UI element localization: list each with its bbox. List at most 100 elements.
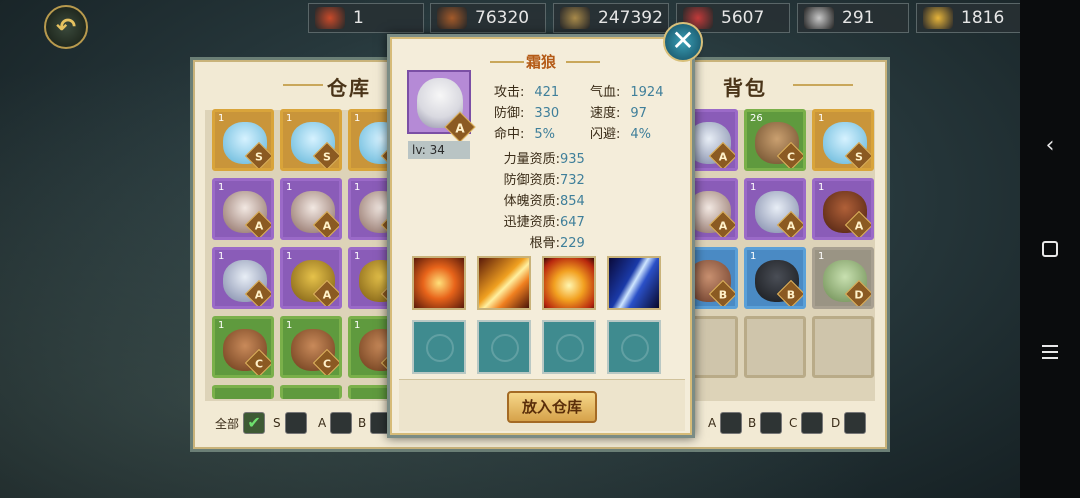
item-count: 26 bbox=[750, 113, 763, 124]
stat-row: 速度: 97 bbox=[590, 102, 647, 121]
warehouse-slot[interactable]: 1C bbox=[212, 316, 274, 378]
backpack-empty-slot[interactable] bbox=[744, 316, 806, 378]
item-count: 1 bbox=[218, 251, 225, 262]
stat-label: 命中: bbox=[494, 127, 525, 142]
filter-grade-b[interactable]: B bbox=[748, 412, 783, 434]
backpack-slot[interactable]: 1A bbox=[812, 178, 874, 240]
home-square-icon bbox=[1042, 241, 1058, 257]
filter-grade-s[interactable]: S bbox=[273, 412, 307, 434]
filter-checkbox[interactable] bbox=[720, 412, 743, 434]
resource-item: 291 bbox=[797, 3, 909, 33]
stat-row: 防御: 330 bbox=[494, 102, 559, 121]
filter-checkbox[interactable] bbox=[760, 412, 783, 434]
filter-all-label: 全部 bbox=[215, 416, 240, 431]
warehouse-slot[interactable] bbox=[212, 385, 274, 399]
empty-skill-slot[interactable] bbox=[607, 320, 661, 374]
back-button[interactable]: ↶ bbox=[44, 5, 88, 49]
item-count: 1 bbox=[286, 251, 293, 262]
pet-name: 霜狼 bbox=[525, 53, 556, 71]
item-count: 1 bbox=[818, 251, 825, 262]
stat-row: 气血: 1924 bbox=[590, 81, 663, 100]
item-count: 1 bbox=[818, 113, 825, 124]
item-count: 1 bbox=[354, 251, 361, 262]
item-count: 1 bbox=[286, 113, 293, 124]
silver-ingot-icon bbox=[804, 7, 834, 29]
filter-grade-d[interactable]: D bbox=[831, 412, 867, 434]
item-count: 1 bbox=[286, 320, 293, 331]
filter-all-checkbox[interactable]: ✔ bbox=[243, 412, 266, 434]
filter-grade-a[interactable]: A bbox=[708, 412, 743, 434]
filter-all[interactable]: 全部 ✔ bbox=[215, 412, 266, 434]
fire-ring-icon[interactable] bbox=[412, 256, 466, 310]
aptitude-label: 迅捷资质: bbox=[503, 215, 560, 230]
item-count: 1 bbox=[818, 182, 825, 193]
fire-slash-icon[interactable] bbox=[477, 256, 531, 310]
warehouse-slot[interactable]: 1S bbox=[212, 109, 274, 171]
ice-claw-icon[interactable] bbox=[607, 256, 661, 310]
nav-back-button[interactable]: ‹ bbox=[1020, 125, 1080, 165]
backpack-slot[interactable]: 1S bbox=[812, 109, 874, 171]
warehouse-title: 仓库 bbox=[327, 76, 371, 100]
pet-portrait: A bbox=[407, 70, 476, 143]
stat-row: 攻击: 421 bbox=[494, 81, 559, 100]
empty-skill-slot[interactable] bbox=[412, 320, 466, 374]
resource-value: 1 bbox=[353, 8, 364, 28]
warehouse-slot[interactable]: 1A bbox=[212, 247, 274, 309]
item-count: 1 bbox=[354, 320, 361, 331]
item-count: 1 bbox=[750, 182, 757, 193]
ornament-line bbox=[566, 61, 600, 63]
filter-checkbox[interactable] bbox=[844, 412, 867, 434]
item-count: 1 bbox=[750, 251, 757, 262]
backpack-slot[interactable]: 1D bbox=[812, 247, 874, 309]
resource-value: 291 bbox=[842, 8, 875, 28]
nav-home-button[interactable] bbox=[1020, 229, 1080, 269]
backpack-slot[interactable]: 1A bbox=[744, 178, 806, 240]
warehouse-slot[interactable]: 1C bbox=[280, 316, 342, 378]
backpack-title: 背包 bbox=[723, 76, 767, 100]
system-nav-bar: ‹ bbox=[1020, 0, 1080, 498]
item-count: 1 bbox=[354, 113, 361, 124]
filter-grade-a[interactable]: A bbox=[318, 412, 353, 434]
stat-value: 97 bbox=[630, 106, 647, 121]
warehouse-slot[interactable]: 1S bbox=[280, 109, 342, 171]
resource-item: 247392 bbox=[553, 3, 669, 33]
empty-skill-slot[interactable] bbox=[542, 320, 596, 374]
flame-burst-icon[interactable] bbox=[542, 256, 596, 310]
warehouse-slot[interactable]: 1A bbox=[280, 247, 342, 309]
backpack-slot[interactable]: 1B bbox=[744, 247, 806, 309]
chevron-left-icon: ‹ bbox=[1045, 132, 1055, 158]
backpack-empty-slot[interactable] bbox=[812, 316, 874, 378]
resource-value: 247392 bbox=[598, 8, 663, 28]
pet-detail-popup: 霜狼 A lv: 34 攻击: 421 气血: 1924 防御: 330 速度: 97 命中: 5… bbox=[387, 34, 695, 438]
item-count: 1 bbox=[218, 320, 225, 331]
popup-footer: 放入仓库 bbox=[399, 379, 685, 431]
item-count: 1 bbox=[218, 182, 225, 193]
aptitude-value: 732 bbox=[560, 173, 585, 188]
warehouse-slot[interactable] bbox=[280, 385, 342, 399]
aptitude-row: 迅捷资质:647 bbox=[490, 211, 610, 230]
item-count: 1 bbox=[286, 182, 293, 193]
filter-checkbox[interactable] bbox=[330, 412, 353, 434]
tiger-emblem-icon bbox=[621, 334, 649, 362]
put-in-warehouse-button[interactable]: 放入仓库 bbox=[507, 391, 597, 423]
warehouse-slot[interactable]: 1A bbox=[212, 178, 274, 240]
stat-value: 4% bbox=[630, 127, 652, 142]
resource-item: 1 bbox=[308, 3, 424, 33]
filter-grade-c[interactable]: C bbox=[789, 412, 824, 434]
stat-label: 气血: bbox=[590, 85, 621, 100]
aptitude-label: 防御资质: bbox=[503, 173, 560, 188]
resource-value: 76320 bbox=[475, 8, 530, 28]
warehouse-slot[interactable]: 1A bbox=[280, 178, 342, 240]
backpack-slot[interactable]: 26 C bbox=[744, 109, 806, 171]
stat-value: 1924 bbox=[630, 85, 664, 100]
filter-checkbox[interactable] bbox=[801, 412, 824, 434]
filter-checkbox[interactable] bbox=[284, 412, 307, 434]
nav-menu-button[interactable] bbox=[1020, 332, 1080, 372]
stat-label: 速度: bbox=[590, 106, 621, 121]
resource-item: 76320 bbox=[430, 3, 546, 33]
aptitude-value: 854 bbox=[560, 194, 585, 209]
gold-bars-icon bbox=[560, 7, 590, 29]
close-button[interactable]: ✕ bbox=[663, 22, 703, 62]
empty-skill-slot[interactable] bbox=[477, 320, 531, 374]
stat-label: 防御: bbox=[494, 106, 525, 121]
